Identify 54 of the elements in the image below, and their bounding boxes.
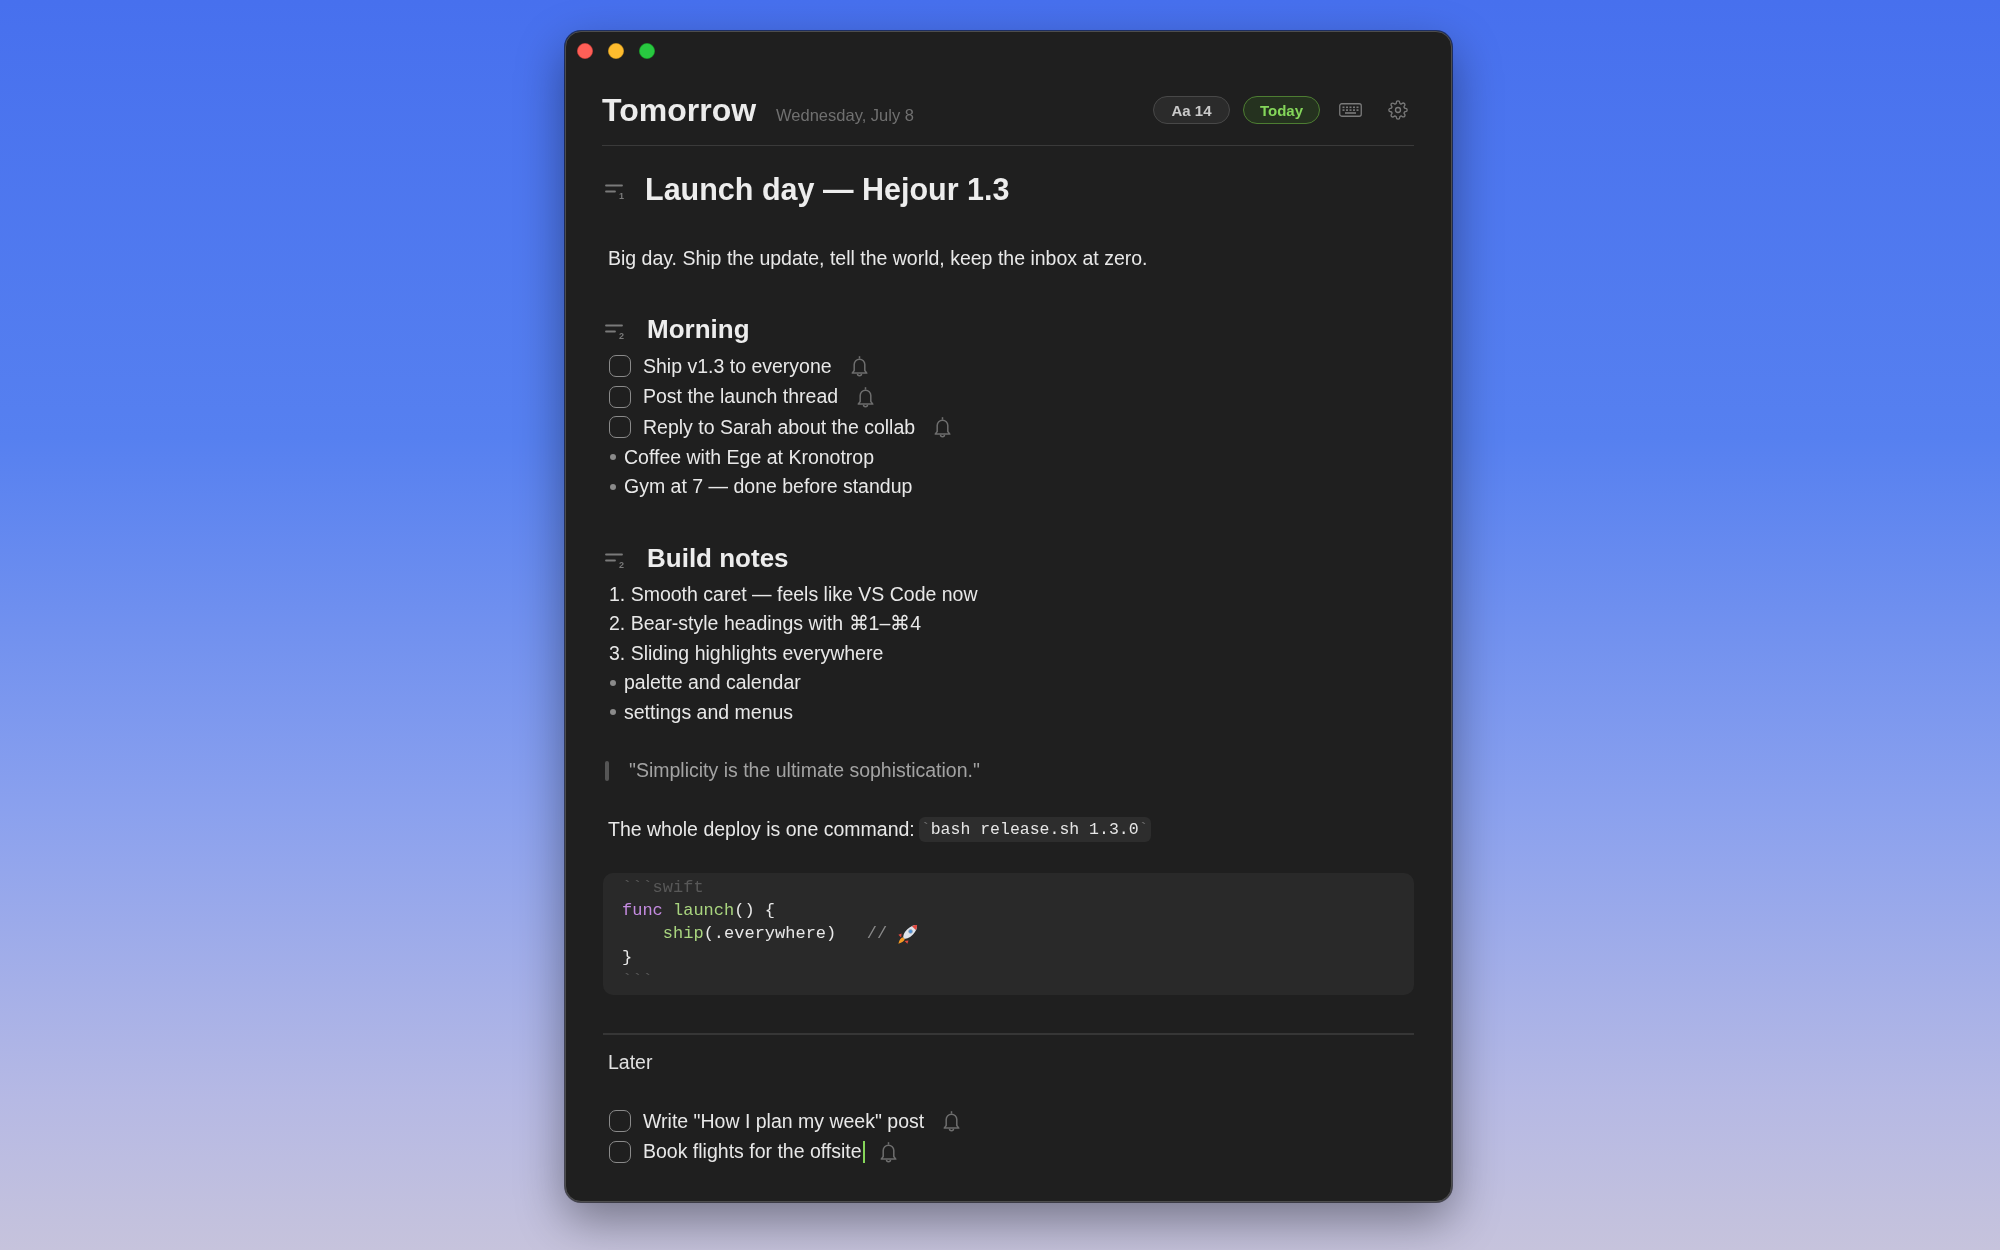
checkbox[interactable] [609, 1110, 631, 1133]
bell-icon[interactable] [856, 385, 876, 408]
keyboard-icon[interactable] [1339, 103, 1362, 117]
list-item-text: Gym at 7 — done before standup [624, 475, 913, 499]
bullet-icon [610, 454, 616, 461]
heading-lines-icon [605, 184, 623, 193]
bell-icon[interactable] [849, 355, 869, 378]
list-item-text: settings and menus [624, 700, 794, 724]
checkbox[interactable] [609, 416, 631, 439]
rocket-icon [897, 922, 920, 945]
checkbox[interactable] [609, 355, 631, 378]
task-text: Write "How I plan my week" post [643, 1109, 925, 1133]
quote-text: "Simplicity is the ultimate sophistication." [629, 759, 980, 782]
bell-icon[interactable] [933, 416, 953, 439]
heading-lines-icon [605, 324, 623, 333]
heading-text: Launch day — Hejour 1.3 [645, 171, 1010, 209]
code-line: } [622, 947, 633, 967]
paragraph-text: The whole deploy is one command: [608, 817, 915, 841]
heading-text: Morning [647, 313, 750, 345]
code-fence: ``` [622, 970, 653, 990]
heading-lines-icon [605, 552, 623, 562]
list-item-text: Coffee with Ege at Kronotrop [624, 445, 875, 469]
bullet-icon [610, 483, 616, 490]
close-icon[interactable] [577, 43, 593, 59]
checkbox[interactable] [609, 1140, 631, 1163]
bell-icon[interactable] [879, 1140, 899, 1163]
inline-code: `bash release.sh 1.3.0` [918, 816, 1151, 842]
task-text: Ship v1.3 to everyone [643, 354, 832, 378]
task-text: Post the launch thread [643, 385, 839, 409]
section-title: Later [607, 1050, 654, 1075]
list-item-text: 2. Bear-style headings with ⌘1–⌘4 [609, 612, 922, 636]
font-size-button[interactable]: Aa 14 [1153, 96, 1230, 124]
bullet-icon [610, 709, 616, 716]
heading-level-number: 2 [619, 560, 624, 569]
maximize-icon[interactable] [639, 43, 655, 59]
code-line: func launch() { [622, 900, 776, 920]
list-item-text: 1. Smooth caret — feels like VS Code now [609, 582, 978, 606]
checkbox[interactable] [609, 385, 631, 408]
date-label: Wednesday, July 8 [776, 106, 914, 125]
page-title: Tomorrow [602, 91, 757, 129]
list-item-text: palette and calendar [624, 671, 801, 695]
today-button[interactable]: Today [1243, 96, 1320, 124]
code-line: ship(.everywhere) // [661, 924, 889, 944]
bullet-icon [610, 679, 616, 686]
list-item-text: 3. Sliding highlights everywhere [609, 641, 884, 665]
heading-level-number: 2 [619, 332, 624, 340]
minimize-icon[interactable] [608, 43, 624, 59]
heading-text: Build notes [647, 541, 789, 574]
settings-icon[interactable] [1388, 100, 1408, 120]
bell-icon[interactable] [942, 1110, 962, 1133]
task-text: Reply to Sarah about the collab [643, 415, 916, 439]
heading-level-number: 1 [619, 192, 624, 200]
paragraph-text: Big day. Ship the update, tell the world, keep the inbox at zero. [607, 246, 1149, 271]
task-text: Book flights for the offsite [643, 1140, 862, 1164]
